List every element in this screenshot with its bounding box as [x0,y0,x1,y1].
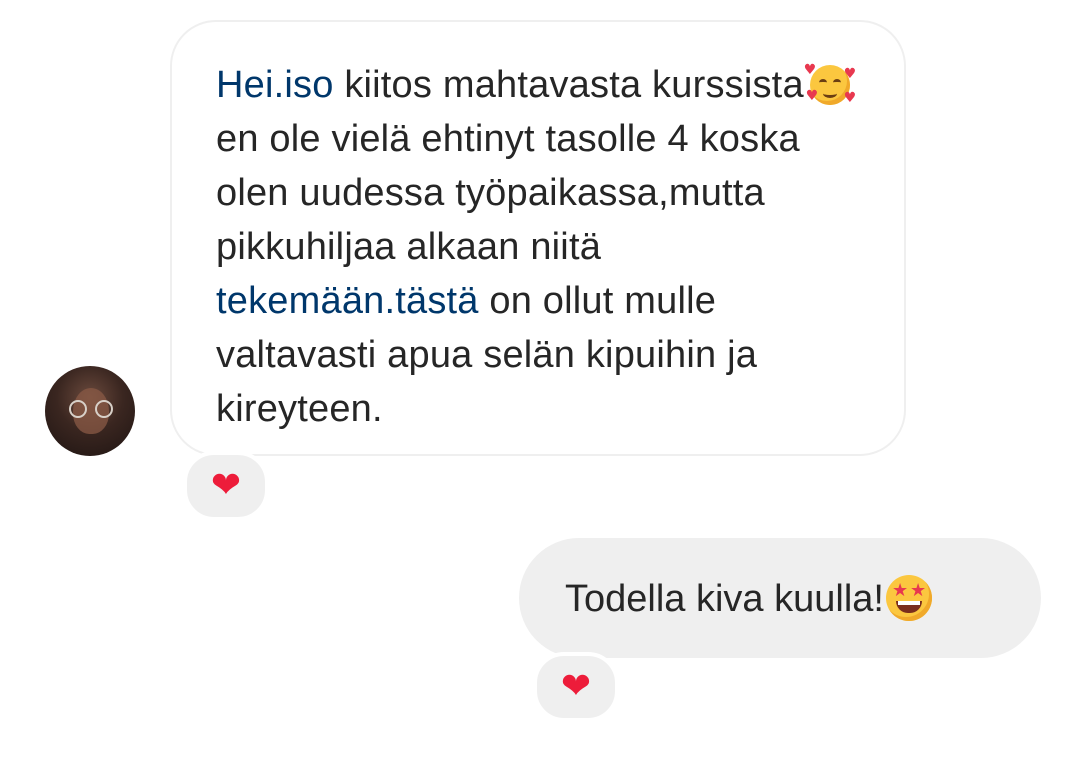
heart-icon: ❤ [210,465,242,506]
message-reaction[interactable]: ❤ [183,451,269,521]
smiling-face-with-hearts-icon: ♥ ♥ ♥ ♥ [803,62,857,106]
incoming-message-bubble[interactable]: Hei.iso kiitos mahtavasta kurssista ♥ ♥ ♥ ♥ e… [170,20,906,456]
message-text-part: en ole vielä ehtinyt tasolle 4 koska ole… [216,118,800,268]
message-text-part: kiitos mahtavasta kurssista [333,64,804,106]
message-reaction[interactable]: ❤ [533,652,619,722]
outgoing-message-text: Todella kiva kuulla! ★ ★ [565,572,1041,626]
chat-thread: Hei.iso kiitos mahtavasta kurssista ♥ ♥ ♥ ♥ e… [0,0,1079,758]
heart-icon: ❤ [560,666,592,707]
glasses-icon [67,400,117,418]
sender-avatar[interactable] [45,366,135,456]
star-struck-icon: ★ ★ [884,573,934,621]
message-text-part: Todella kiva kuulla! [565,578,884,620]
outgoing-message-bubble[interactable]: Todella kiva kuulla! ★ ★ [519,538,1041,658]
incoming-message-text: Hei.iso kiitos mahtavasta kurssista ♥ ♥ ♥ ♥ e… [216,58,860,436]
message-link[interactable]: Hei.iso [216,64,334,106]
message-link[interactable]: tekemään.tästä [216,280,479,322]
